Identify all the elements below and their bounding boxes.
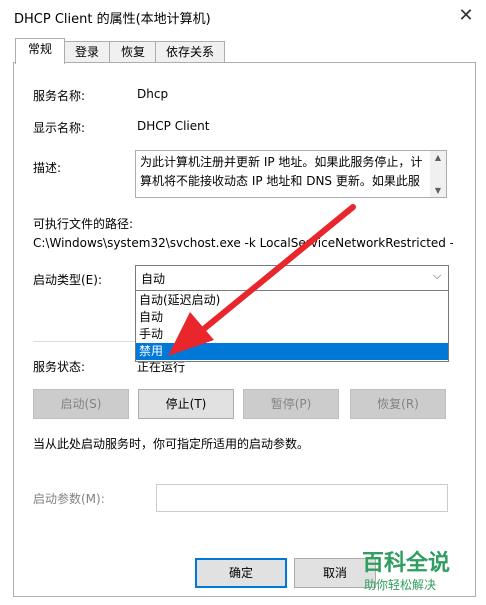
startup-type-select[interactable]: 自动 ⌵ xyxy=(135,265,449,292)
stop-button[interactable]: 停止(T) xyxy=(138,389,234,419)
tab-recovery[interactable]: 恢复 xyxy=(109,41,157,63)
startup-type-value: 自动 xyxy=(141,272,166,286)
description-text: 为此计算机注册并更新 IP 地址。如果此服务停止，计 算机将不能接收动态 IP … xyxy=(140,153,430,191)
tab-dependencies[interactable]: 依存关系 xyxy=(155,41,225,63)
description-scrollbar[interactable]: ▲ ▼ xyxy=(430,151,446,197)
description-label: 描述: xyxy=(33,161,62,175)
startup-option-manual[interactable]: 手动 xyxy=(136,326,448,343)
exe-path-value: C:\Windows\system32\svchost.exe -k Local… xyxy=(33,236,453,250)
description-line: 算机将不能接收动态 IP 地址和 DNS 更新。如果此服 xyxy=(140,174,420,188)
window-title: DHCP Client 的属性(本地计算机) xyxy=(14,12,211,27)
service-name-label: 服务名称: xyxy=(33,89,86,103)
start-params-input[interactable] xyxy=(156,484,448,512)
resume-button[interactable]: 恢复(R) xyxy=(350,389,446,419)
scroll-up-icon[interactable]: ▲ xyxy=(430,153,446,162)
pause-button[interactable]: 暂停(P) xyxy=(243,389,339,419)
start-params-hint: 当从此处启动服务时，你可指定所适用的启动参数。 xyxy=(33,437,310,451)
tab-logon[interactable]: 登录 xyxy=(63,41,111,63)
description-line: 为此计算机注册并更新 IP 地址。如果此服务停止，计 xyxy=(140,155,423,169)
display-name-value: DHCP Client xyxy=(137,119,210,133)
close-icon[interactable]: ✕ xyxy=(454,4,478,28)
service-name-value: Dhcp xyxy=(137,87,169,101)
startup-option-auto[interactable]: 自动 xyxy=(136,309,448,326)
tab-general[interactable]: 常规 xyxy=(15,38,65,64)
start-params-label: 启动参数(M): xyxy=(33,492,105,506)
startup-type-label: 启动类型(E): xyxy=(33,273,102,287)
watermark-title: 百科全说 xyxy=(362,551,451,576)
scroll-down-icon[interactable]: ▼ xyxy=(430,186,446,195)
watermark-subtitle: 助你轻松解决 xyxy=(364,578,437,592)
service-status-label: 服务状态: xyxy=(33,360,86,374)
startup-option-auto-delayed[interactable]: 自动(延迟启动) xyxy=(136,292,448,309)
startup-option-disabled[interactable]: 禁用 xyxy=(136,343,448,360)
display-name-label: 显示名称: xyxy=(33,121,86,135)
start-button[interactable]: 启动(S) xyxy=(33,389,129,419)
ok-button[interactable]: 确定 xyxy=(195,558,287,588)
description-box[interactable]: 为此计算机注册并更新 IP 地址。如果此服务停止，计 算机将不能接收动态 IP … xyxy=(135,150,447,198)
startup-type-dropdown: 自动(延迟启动) 自动 手动 禁用 xyxy=(135,290,449,362)
chevron-down-icon[interactable]: ⌵ xyxy=(430,269,444,285)
exe-path-label: 可执行文件的路径: xyxy=(33,217,134,231)
